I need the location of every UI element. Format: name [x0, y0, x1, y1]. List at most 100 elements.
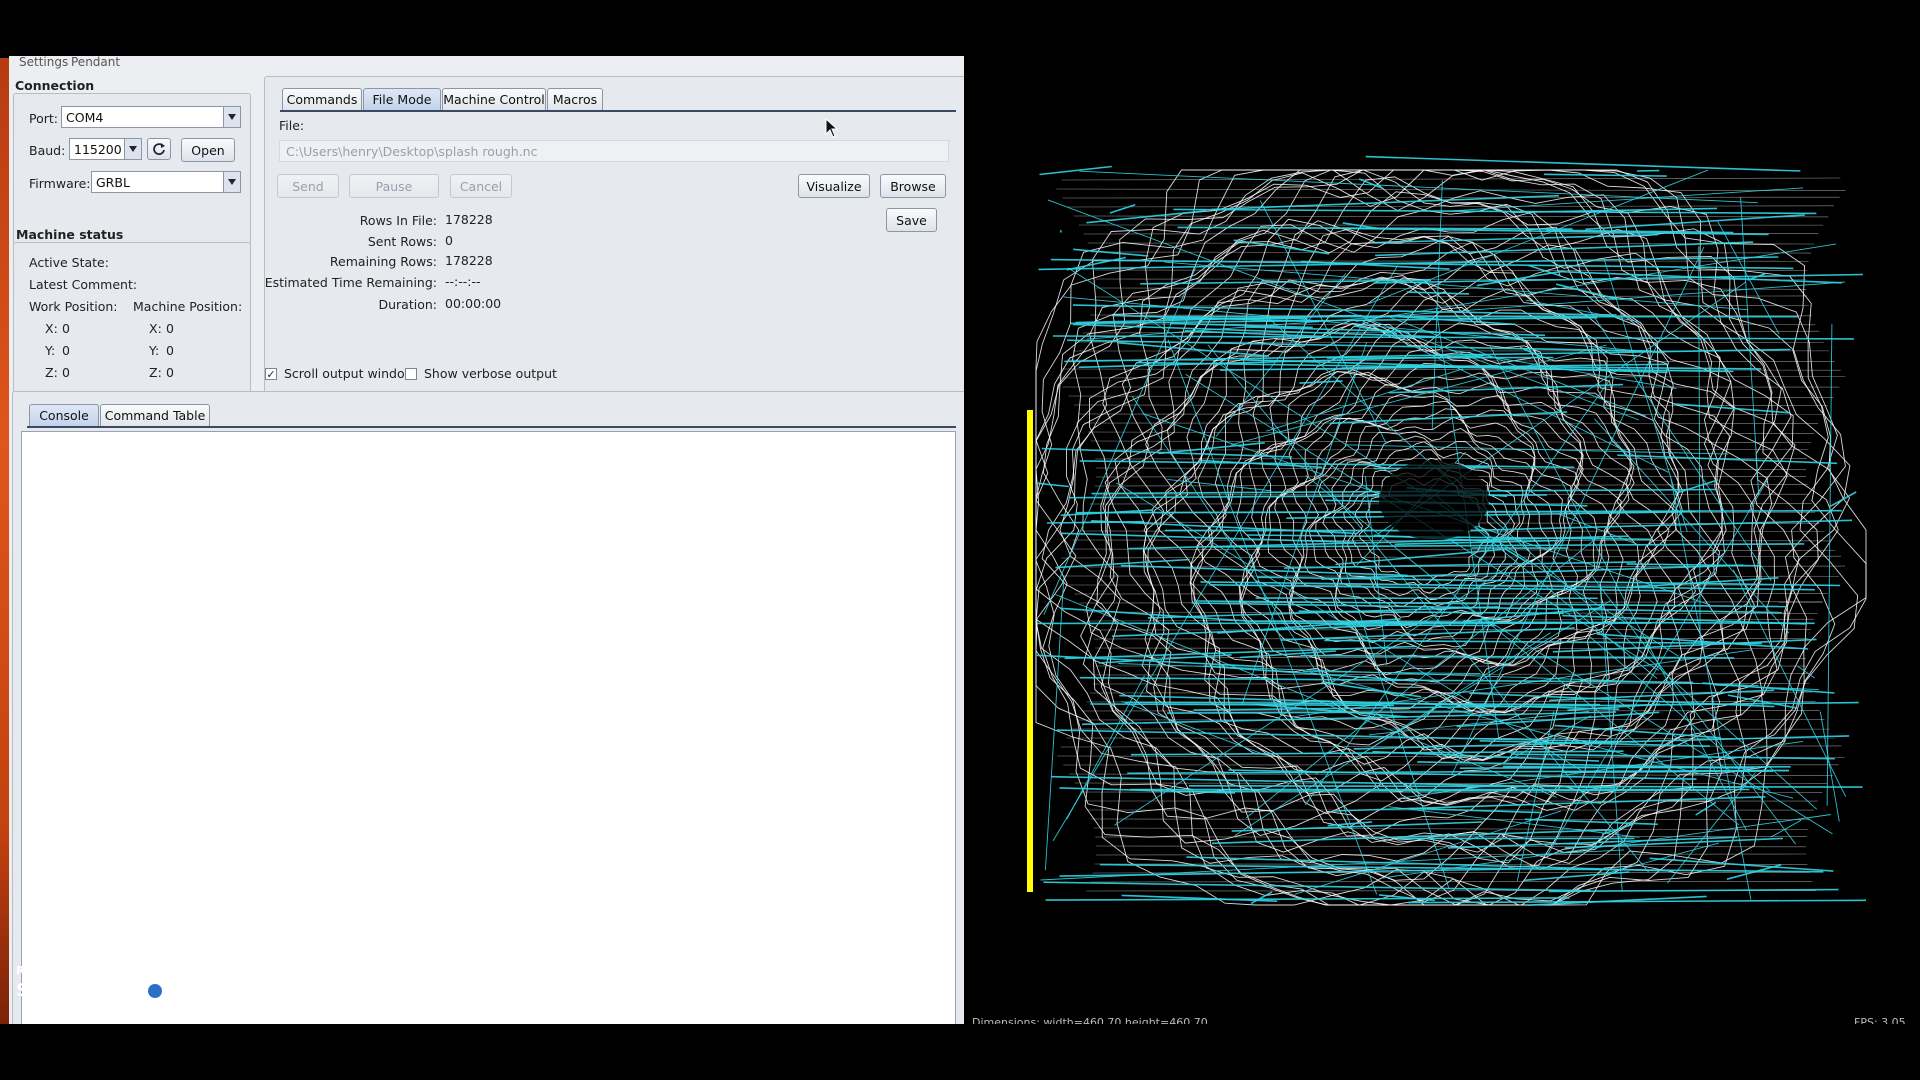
tab-underline — [280, 110, 956, 112]
rapid-move — [1819, 711, 1840, 822]
cancel-button[interactable]: Cancel — [450, 174, 512, 198]
baud-select[interactable]: 115200 — [69, 138, 142, 160]
feed-pass — [1091, 818, 1811, 821]
rapid-move — [1510, 753, 1835, 760]
ugs-window: Settings Pendant Connection Port: COM4 B… — [9, 55, 966, 1026]
rapid-move — [1079, 460, 1575, 469]
tab-machine-control[interactable]: Machine Control — [442, 88, 546, 110]
toolpath-group — [1027, 155, 1867, 906]
rapid-move — [1543, 173, 1667, 177]
feed-pass — [1092, 872, 1810, 874]
machine-y-value: 0 — [166, 343, 174, 358]
rapid-move — [1072, 304, 1617, 316]
menu-pendant[interactable]: Pendant — [71, 55, 120, 69]
rapid-move — [1826, 323, 1833, 806]
rapid-move — [1045, 897, 1570, 901]
feed-pass — [1091, 440, 1811, 443]
file-path-field[interactable]: C:\Users\henry\Desktop\splash rough.nc — [279, 140, 949, 162]
rapid-move — [1617, 454, 1838, 465]
rapid-move — [1173, 208, 1817, 215]
feed-pass — [1095, 287, 1807, 290]
rapid-move — [1365, 155, 1801, 172]
console-tab-underline — [27, 426, 956, 428]
rapid-move — [1158, 442, 1265, 455]
rapid-move — [1698, 246, 1701, 637]
feed-pass — [1091, 629, 1811, 631]
machine-z-label: Z: — [149, 365, 162, 380]
save-button[interactable]: Save — [886, 208, 937, 232]
rapid-move — [1649, 857, 1834, 872]
tab-file-mode[interactable]: File Mode — [363, 88, 441, 110]
feed-pass — [1062, 196, 1840, 199]
pause-button[interactable]: Pause — [349, 174, 439, 198]
feed-pass — [1095, 853, 1807, 856]
rapid-move — [1299, 380, 1343, 384]
work-y-label: Y: — [45, 343, 56, 358]
work-x-label: X: — [45, 321, 58, 336]
rapid-move — [1524, 871, 1630, 882]
scroll-output-checkbox[interactable]: ✓ — [265, 368, 277, 380]
feed-pass — [1095, 278, 1807, 280]
firmware-value: GRBL — [96, 175, 130, 190]
visualizer-canvas[interactable]: Dimensions: width=460.70 height=460.70 F… — [964, 0, 1920, 1029]
rapid-move — [1171, 789, 1714, 793]
connection-title: Connection — [15, 78, 95, 93]
rapid-move — [1109, 203, 1136, 214]
center-void — [1379, 460, 1489, 540]
machine-x-label: X: — [149, 321, 162, 336]
rapid-move — [1585, 214, 1805, 231]
feed-pass — [1073, 215, 1829, 218]
rapid-move — [1043, 881, 1591, 892]
rapid-move — [1039, 165, 1112, 176]
tab-console[interactable]: Console — [29, 404, 99, 426]
baud-label: Baud: — [29, 143, 66, 158]
menu-settings[interactable]: Settings — [19, 55, 68, 69]
desktop-background-strip — [0, 58, 9, 1024]
refresh-ports-button[interactable] — [147, 138, 171, 160]
mouse-cursor-icon — [825, 118, 839, 138]
machine-position-label: Machine Position: — [133, 299, 243, 314]
tab-commands[interactable]: Commands — [282, 88, 362, 110]
firmware-select[interactable]: GRBL — [91, 171, 241, 193]
rapid-move — [1115, 482, 1586, 774]
duration-value: 00:00:00 — [445, 296, 502, 311]
feed-pass — [1061, 177, 1841, 181]
machine-status-title: Machine status — [16, 227, 124, 242]
rapid-move — [1265, 315, 1818, 810]
rapid-move — [1052, 335, 1855, 340]
sent-rows-value: 0 — [445, 233, 453, 248]
port-value: COM4 — [66, 110, 104, 125]
send-button[interactable]: Send — [277, 174, 339, 198]
screen-bottom-bar — [0, 1024, 1920, 1080]
rows-in-file-label: Rows In File: — [359, 213, 437, 228]
watermark-line3: MATIC — [174, 980, 237, 1001]
visualize-button[interactable]: Visualize — [798, 174, 870, 198]
open-button[interactable]: Open — [181, 138, 235, 162]
verbose-output-checkbox[interactable] — [405, 368, 417, 380]
rapid-move — [1086, 210, 1207, 224]
verbose-output-label: Show verbose output — [424, 366, 557, 381]
toolpath-drawing — [1027, 155, 1867, 906]
active-state-label: Active State: — [29, 255, 109, 270]
browse-button[interactable]: Browse — [880, 174, 946, 198]
feed-pass — [1093, 827, 1809, 831]
feed-pass — [1074, 782, 1828, 784]
machine-x-value: 0 — [166, 321, 174, 336]
work-z-label: Z: — [45, 365, 58, 380]
feed-pass — [1074, 404, 1828, 407]
tab-macros[interactable]: Macros — [547, 88, 603, 110]
feed-pass — [1089, 881, 1813, 883]
tab-command-table[interactable]: Command Table — [100, 404, 210, 426]
remaining-rows-label: Remaining Rows: — [329, 254, 437, 269]
rapid-move — [1504, 547, 1530, 565]
baud-value: 115200 — [74, 142, 122, 157]
port-select[interactable]: COM4 — [61, 106, 241, 128]
rapid-move — [1557, 270, 1842, 284]
console-output[interactable] — [21, 431, 956, 1026]
rapid-move — [1476, 270, 1564, 287]
rapid-move — [1073, 248, 1149, 257]
watermark-line1: RECORDED WITH — [16, 964, 127, 977]
chevron-down-icon — [223, 107, 240, 127]
chevron-down-icon — [124, 139, 141, 159]
rapid-move — [1447, 187, 1804, 212]
